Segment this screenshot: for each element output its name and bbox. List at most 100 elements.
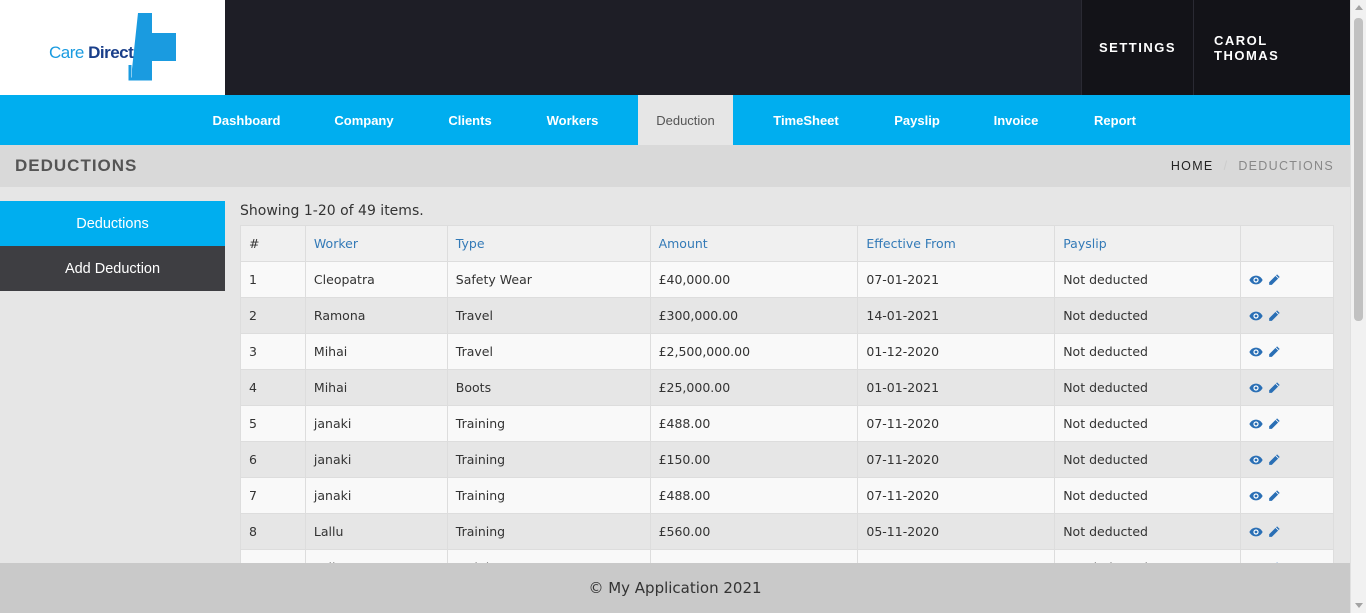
column-header-actions: [1240, 225, 1334, 262]
cell-number: 5: [240, 405, 306, 442]
cell-payslip: Not deducted: [1054, 405, 1242, 442]
cell-effective-from: 05-11-2020: [857, 513, 1056, 550]
nav-report[interactable]: Report: [1075, 95, 1155, 145]
logo-word-care: Care: [49, 43, 84, 62]
cell-number: 2: [240, 297, 306, 334]
column-header-effective-from[interactable]: Effective From: [857, 225, 1056, 262]
cell-effective-from: 01-01-2021: [857, 369, 1056, 406]
breadcrumb-current: DEDUCTIONS: [1238, 159, 1334, 173]
cell-type: Safety Wear: [446, 261, 651, 298]
eye-icon[interactable]: [1249, 345, 1263, 359]
logo[interactable]: Care Direct: [0, 0, 225, 95]
cell-amount: £488.00: [649, 477, 859, 514]
pencil-icon[interactable]: [1267, 525, 1281, 539]
eye-icon[interactable]: [1249, 309, 1263, 323]
table-row: 7 janaki Training £488.00 07-11-2020 Not dedu…: [240, 477, 1334, 514]
cell-actions: [1240, 405, 1334, 442]
nav-invoice[interactable]: Invoice: [976, 95, 1056, 145]
pencil-icon[interactable]: [1267, 273, 1281, 287]
cell-actions: [1240, 513, 1334, 550]
column-header-number: #: [240, 225, 306, 262]
column-header-worker[interactable]: Worker: [304, 225, 448, 262]
logo-text: Care Direct: [49, 43, 134, 63]
table-row: 3 Mihai Travel £2,500,000.00 01-12-2020 Not d…: [240, 333, 1334, 370]
logo-word-direct: Direct: [88, 43, 134, 62]
table-header-row: # Worker Type Amount Effective From Pays…: [240, 225, 1334, 262]
cell-worker: janaki: [304, 477, 448, 514]
cell-effective-from: 01-12-2020: [857, 333, 1056, 370]
main-nav: Dashboard Company Clients Workers Deduct…: [0, 95, 1350, 145]
cell-type: Travel: [446, 297, 651, 334]
cell-payslip: Not deducted: [1054, 477, 1242, 514]
cell-actions: [1240, 477, 1334, 514]
eye-icon[interactable]: [1249, 381, 1263, 395]
nav-clients[interactable]: Clients: [430, 95, 510, 145]
nav-timesheet[interactable]: TimeSheet: [752, 95, 860, 145]
scroll-thumb[interactable]: [1354, 18, 1363, 321]
nav-workers[interactable]: Workers: [527, 95, 618, 145]
cell-payslip: Not deducted: [1054, 297, 1242, 334]
cell-effective-from: 07-11-2020: [857, 405, 1056, 442]
cell-effective-from: 07-11-2020: [857, 477, 1056, 514]
user-menu[interactable]: CAROL THOMAS: [1193, 0, 1350, 95]
pencil-icon[interactable]: [1267, 345, 1281, 359]
cell-number: 8: [240, 513, 306, 550]
table-summary: Showing 1-20 of 49 items.: [240, 203, 424, 219]
row-actions: [1249, 309, 1325, 323]
scroll-down-arrow-icon[interactable]: [1355, 603, 1363, 608]
nav-company[interactable]: Company: [314, 95, 414, 145]
eye-icon[interactable]: [1249, 489, 1263, 503]
page-header: DEDUCTIONS HOME / DEDUCTIONS: [0, 145, 1350, 187]
breadcrumb-home[interactable]: HOME: [1171, 159, 1214, 173]
column-header-type[interactable]: Type: [446, 225, 651, 262]
eye-icon[interactable]: [1249, 453, 1263, 467]
cell-actions: [1240, 333, 1334, 370]
sidebar-item-deductions[interactable]: Deductions: [0, 201, 225, 246]
table-row: 6 janaki Training £150.00 07-11-2020 Not dedu…: [240, 441, 1334, 478]
row-actions: [1249, 525, 1325, 539]
footer: © My Application 2021: [0, 563, 1350, 613]
nav-deduction[interactable]: Deduction: [638, 95, 733, 145]
eye-icon[interactable]: [1249, 273, 1263, 287]
cell-type: Training: [446, 513, 651, 550]
cell-worker: janaki: [304, 405, 448, 442]
page-title: DEDUCTIONS: [15, 156, 138, 175]
nav-payslip[interactable]: Payslip: [878, 95, 956, 145]
sidebar-item-add-deduction[interactable]: Add Deduction: [0, 246, 225, 291]
cell-payslip: Not deducted: [1054, 441, 1242, 478]
cell-type: Boots: [446, 369, 651, 406]
settings-link[interactable]: SETTINGS: [1081, 0, 1193, 95]
cell-number: 3: [240, 333, 306, 370]
table-row: 1 Cleopatra Safety Wear £40,000.00 07-01-202…: [240, 261, 1334, 298]
page-scrollbar[interactable]: [1350, 0, 1366, 613]
row-actions: [1249, 273, 1325, 287]
pencil-icon[interactable]: [1267, 453, 1281, 467]
eye-icon[interactable]: [1249, 525, 1263, 539]
pencil-icon[interactable]: [1267, 381, 1281, 395]
pencil-icon[interactable]: [1267, 309, 1281, 323]
table-row: 5 janaki Training £488.00 07-11-2020 Not dedu…: [240, 405, 1334, 442]
column-header-amount[interactable]: Amount: [649, 225, 859, 262]
cell-number: 6: [240, 441, 306, 478]
cell-actions: [1240, 441, 1334, 478]
row-actions: [1249, 453, 1325, 467]
nav-dashboard[interactable]: Dashboard: [196, 95, 297, 145]
cell-number: 7: [240, 477, 306, 514]
cell-type: Training: [446, 405, 651, 442]
cell-actions: [1240, 297, 1334, 334]
eye-icon[interactable]: [1249, 417, 1263, 431]
cell-amount: £488.00: [649, 405, 859, 442]
column-header-payslip[interactable]: Payslip: [1054, 225, 1242, 262]
row-actions: [1249, 345, 1325, 359]
top-links: SETTINGS CAROL THOMAS: [1081, 0, 1350, 95]
cell-amount: £40,000.00: [649, 261, 859, 298]
scroll-up-arrow-icon[interactable]: [1355, 5, 1363, 10]
cell-worker: Cleopatra: [304, 261, 448, 298]
pencil-icon[interactable]: [1267, 489, 1281, 503]
cell-payslip: Not deducted: [1054, 261, 1242, 298]
pencil-icon[interactable]: [1267, 417, 1281, 431]
cell-number: 4: [240, 369, 306, 406]
cell-type: Training: [446, 477, 651, 514]
cell-amount: £300,000.00: [649, 297, 859, 334]
cell-payslip: Not deducted: [1054, 333, 1242, 370]
